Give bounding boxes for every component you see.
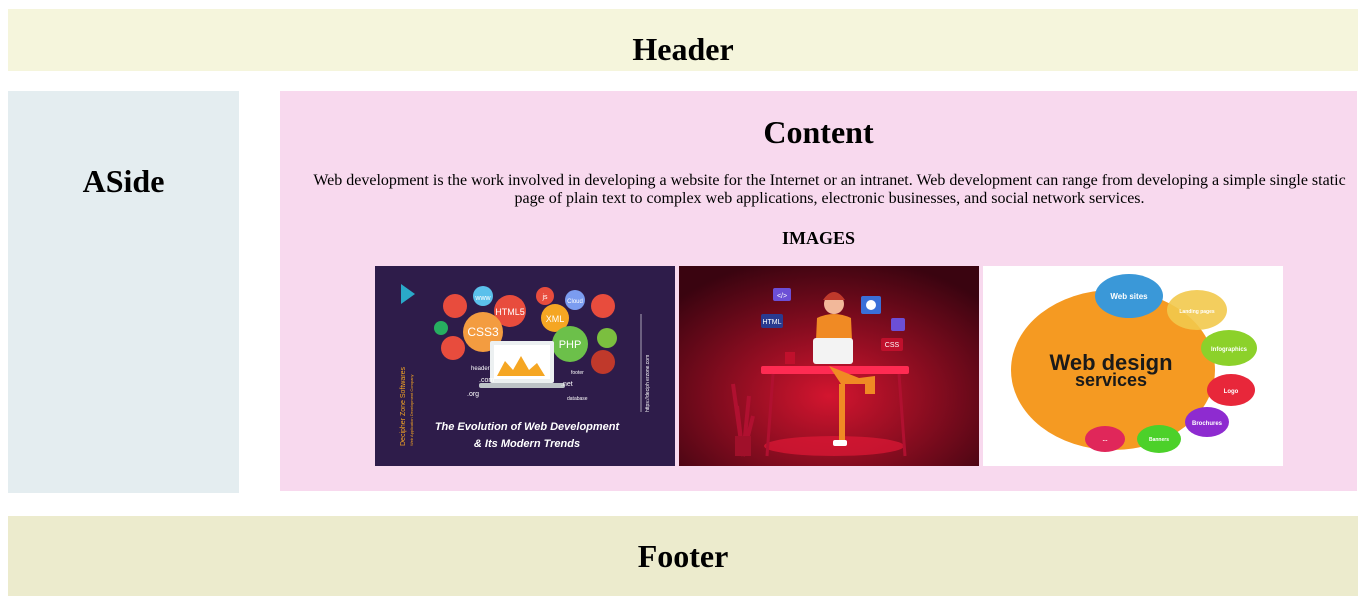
page-footer: Footer (8, 516, 1358, 596)
footer-title: Footer (637, 537, 729, 574)
content-title: Content (763, 114, 874, 150)
tag-database: database (567, 396, 588, 402)
page-header: Header (8, 9, 1358, 71)
tag-header: header (471, 366, 490, 372)
brand-subtitle: Web Application Development Company (409, 374, 414, 446)
header-title: Header (632, 30, 734, 67)
image-web-development-evolution: www HTML5 CSS3 XML PHP js Cloud header .… (375, 266, 675, 466)
tag-org: .org (467, 391, 479, 398)
bubble-other: ... (1102, 437, 1107, 443)
image-gallery: www HTML5 CSS3 XML PHP js Cloud header .… (375, 266, 1287, 466)
bubble-brochures: Brochures (1192, 421, 1223, 427)
tag-html: HTML (762, 319, 781, 326)
images-heading: IMAGES (781, 228, 855, 248)
tag-www: www (474, 295, 491, 302)
tag-css: CSS (885, 342, 900, 349)
tag-cloud: Cloud (567, 299, 583, 305)
image-caption-line1: The Evolution of Web Development (435, 421, 621, 433)
main-content: Content Web development is the work invo… (280, 91, 1357, 491)
bubble-landing-pages: Landing pages (1179, 309, 1215, 315)
tag-css3: CSS3 (467, 325, 499, 339)
tag-footer: footer (571, 370, 584, 376)
tag-code: </> (777, 293, 787, 300)
tag-php: PHP (559, 339, 582, 351)
bubble-web-sites: Web sites (1110, 292, 1148, 301)
image-caption-line2: & Its Modern Trends (474, 438, 580, 450)
brand-url: https://deciph erzone.com (645, 355, 651, 412)
tag-com: .com (479, 377, 494, 384)
tag-html5: HTML5 (495, 307, 525, 317)
sidebar: ASide (8, 91, 239, 493)
image-web-design-services: Web design services Web sites Landing pa… (983, 266, 1283, 466)
content-description: Web development is the work involved in … (313, 172, 1346, 207)
image-developer-illustration: </> HTML CSS (679, 266, 979, 466)
aside-title: ASide (82, 163, 165, 199)
tag-net: .net (561, 381, 573, 388)
bubble-infographics: Infographics (1211, 347, 1248, 353)
bubble-banners: Banners (1149, 437, 1169, 443)
tag-xml: XML (546, 314, 565, 324)
bubble-logo: Logo (1224, 389, 1239, 395)
tag-js: js (541, 294, 548, 301)
brand-name: Decipher Zone Softwares (400, 367, 407, 446)
services-title-line2: services (1075, 370, 1147, 390)
